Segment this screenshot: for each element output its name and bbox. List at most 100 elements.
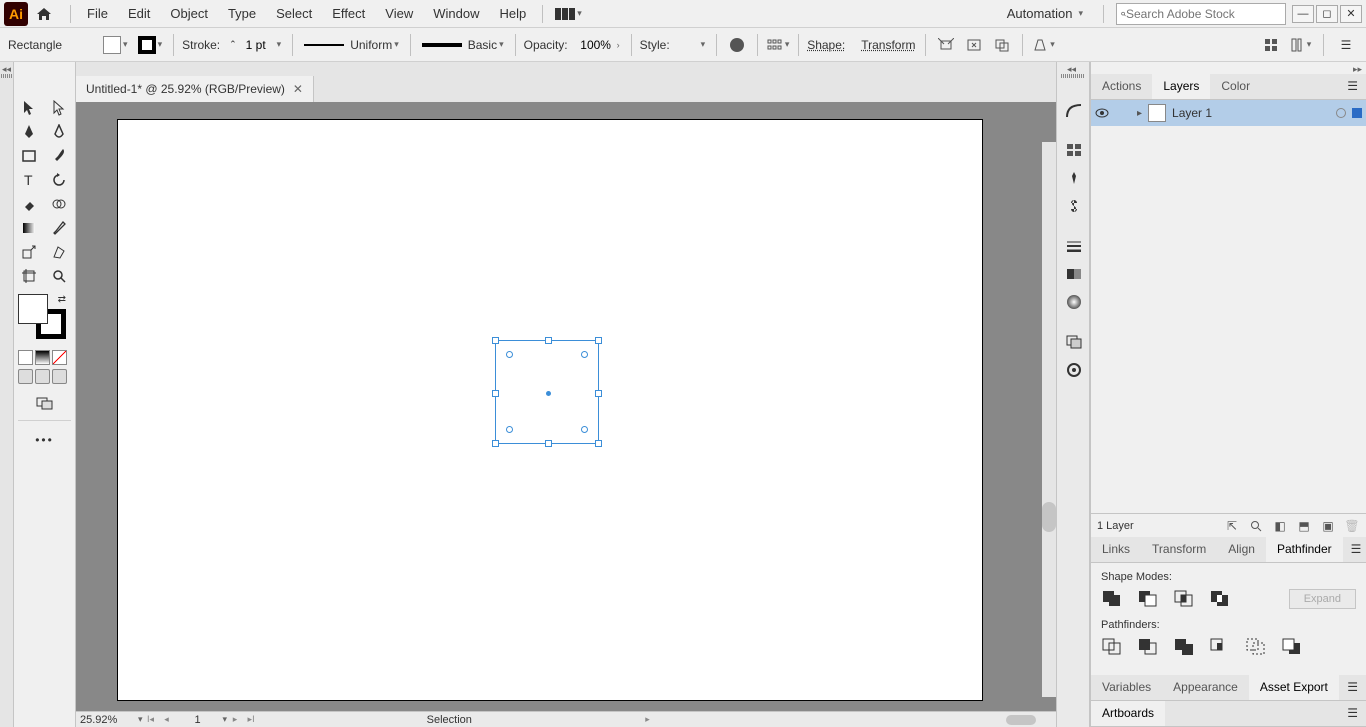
properties-panel-icon[interactable] [1057, 96, 1091, 124]
minus-front-icon[interactable] [1137, 589, 1161, 609]
home-icon[interactable] [32, 2, 56, 26]
stroke-panel-icon[interactable] [1057, 232, 1091, 260]
tab-asset-export[interactable]: Asset Export [1249, 675, 1339, 700]
clip-mask-icon[interactable]: ◧ [1272, 518, 1288, 534]
tab-variables[interactable]: Variables [1091, 675, 1162, 700]
selection-indicator[interactable] [1352, 108, 1362, 118]
last-artboard-icon[interactable]: ▸I [243, 713, 259, 727]
paintbrush-tool[interactable] [44, 144, 74, 168]
transform-button[interactable]: Transform [861, 38, 915, 52]
next-artboard-icon[interactable]: ▸ [227, 713, 243, 727]
menu-file[interactable]: File [77, 2, 118, 25]
fill-color[interactable]: ▾ [100, 34, 131, 56]
tab-layers[interactable]: Layers [1152, 74, 1210, 99]
eraser-tool[interactable] [14, 192, 44, 216]
grip-icon[interactable] [1, 74, 12, 78]
artboard[interactable] [118, 120, 982, 700]
crop-icon[interactable] [1209, 637, 1233, 657]
panel-menu-icon[interactable]: ☰ [1339, 74, 1366, 99]
merge-icon[interactable] [1173, 637, 1197, 657]
variable-width-profile[interactable]: Uniform▾ [301, 36, 402, 54]
workspace-switcher[interactable]: ▾ [549, 6, 588, 22]
gradient-tool[interactable] [14, 216, 44, 240]
fill-stroke-swatches[interactable]: ⇄ [16, 294, 72, 342]
graphic-style[interactable]: ▾ [676, 35, 709, 55]
transparency-panel-icon[interactable] [1057, 328, 1091, 356]
menu-edit[interactable]: Edit [118, 2, 160, 25]
status-menu-icon[interactable]: ▸ [640, 713, 656, 727]
type-tool[interactable]: T [14, 168, 44, 192]
vertical-scrollbar[interactable] [1042, 142, 1056, 697]
automation-dropdown[interactable]: Automation▾ [999, 2, 1091, 25]
swap-fill-stroke-icon[interactable]: ⇄ [58, 294, 66, 305]
free-transform-tool[interactable] [44, 240, 74, 264]
appearance-panel-icon[interactable] [1057, 356, 1091, 384]
target-icon[interactable] [1336, 108, 1346, 118]
layer-name[interactable]: Layer 1 [1172, 106, 1330, 120]
doc-setup-icon[interactable] [1259, 33, 1283, 57]
intersect-icon[interactable] [1173, 589, 1197, 609]
trim-icon[interactable] [1137, 637, 1161, 657]
panel-menu-icon[interactable]: ☰ [1343, 537, 1366, 562]
tab-actions[interactable]: Actions [1091, 74, 1152, 99]
locate-icon[interactable] [1248, 518, 1264, 534]
close-tab-icon[interactable]: ✕ [293, 82, 303, 96]
delete-layer-icon[interactable]: 🗑 [1344, 518, 1360, 534]
outline-icon[interactable] [1245, 637, 1269, 657]
tab-align[interactable]: Align [1217, 537, 1266, 562]
isolate-icon[interactable] [934, 33, 958, 57]
arrange-icon[interactable]: ▾ [1289, 33, 1313, 57]
tab-pathfinder[interactable]: Pathfinder [1266, 537, 1343, 562]
menu-type[interactable]: Type [218, 2, 266, 25]
swatches-panel-icon[interactable] [1057, 260, 1091, 288]
zoom-level[interactable]: 25.92% [76, 714, 136, 726]
expand-layer-icon[interactable]: ▸ [1137, 108, 1142, 119]
perspective-icon[interactable]: ▾ [1031, 33, 1055, 57]
gradient-mode-icon[interactable] [35, 350, 50, 365]
menu-effect[interactable]: Effect [322, 2, 375, 25]
menu-view[interactable]: View [375, 2, 423, 25]
edit-clip-icon[interactable] [962, 33, 986, 57]
panel-menu-icon[interactable]: ☰ [1334, 33, 1358, 57]
curvature-tool[interactable] [44, 120, 74, 144]
fill-swatch[interactable] [18, 294, 48, 324]
new-layer-icon[interactable]: ▣ [1320, 518, 1336, 534]
visibility-icon[interactable] [1095, 108, 1113, 118]
draw-behind-icon[interactable] [35, 369, 50, 384]
gradient-panel-icon[interactable] [1057, 288, 1091, 316]
draw-normal-icon[interactable] [18, 369, 33, 384]
libraries-panel-icon[interactable] [1057, 136, 1091, 164]
new-sublayer-icon[interactable]: ⬒ [1296, 518, 1312, 534]
menu-help[interactable]: Help [489, 2, 536, 25]
tab-artboards[interactable]: Artboards [1091, 701, 1165, 726]
shape-builder-tool[interactable] [44, 192, 74, 216]
tab-color[interactable]: Color [1210, 74, 1261, 99]
symbols-panel-icon[interactable] [1057, 192, 1091, 220]
artboard-tool[interactable] [14, 264, 44, 288]
selected-rectangle[interactable] [495, 340, 599, 444]
direct-selection-tool[interactable] [44, 96, 74, 120]
rotate-tool[interactable] [44, 168, 74, 192]
export-icon[interactable]: ⇱ [1224, 518, 1240, 534]
edit-toolbar-icon[interactable]: ••• [14, 425, 75, 455]
prev-artboard-icon[interactable]: ◂ [159, 713, 175, 727]
search-stock[interactable] [1116, 3, 1286, 25]
document-tab[interactable]: Untitled-1* @ 25.92% (RGB/Preview) ✕ [76, 76, 314, 102]
layer-row[interactable]: ▸ Layer 1 [1091, 100, 1366, 126]
shape-button[interactable]: Shape: [807, 38, 845, 52]
pen-tool[interactable] [14, 120, 44, 144]
brushes-panel-icon[interactable] [1057, 164, 1091, 192]
zoom-tool[interactable] [44, 264, 74, 288]
artboard-number[interactable]: 1 [175, 714, 221, 726]
unite-icon[interactable] [1101, 589, 1125, 609]
maximize-button[interactable]: ◻ [1316, 5, 1338, 23]
exclude-icon[interactable] [1209, 589, 1233, 609]
minus-back-icon[interactable] [1281, 637, 1305, 657]
divide-icon[interactable] [1101, 637, 1125, 657]
collapse-panels-icon[interactable]: ▸▸ [1353, 64, 1362, 75]
selection-tool[interactable] [14, 96, 44, 120]
panel-menu-icon[interactable]: ☰ [1339, 675, 1366, 700]
screen-mode-icon[interactable] [30, 392, 60, 416]
stroke-color[interactable]: ▾ [135, 34, 166, 56]
draw-inside-icon[interactable] [52, 369, 67, 384]
